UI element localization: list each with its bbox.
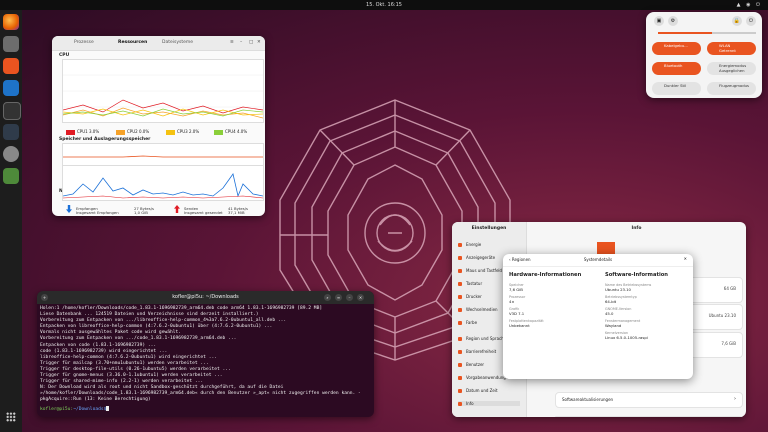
minimize-icon[interactable]: – [240, 40, 242, 45]
settings-icon[interactable] [3, 146, 19, 162]
info-frag-2: Ubuntu 23.10 [708, 313, 736, 318]
software-updates-label: Softwareaktualisierungen [562, 397, 614, 402]
tab-processes[interactable]: Prozesse [74, 40, 94, 45]
sidebar-item-removable[interactable]: Wechselmedien [458, 307, 498, 312]
terminal-output: Holen:1 /home/kofler/Downloads/code_1.83… [40, 306, 361, 403]
cpu-legend-2: CPU2 0.0% [116, 129, 149, 135]
power-icon[interactable]: ⏻ [746, 16, 756, 26]
hw-value-memory: 7,6 GiB [509, 287, 523, 292]
tab-resources[interactable]: Ressourcen [118, 40, 147, 45]
sidebar-item-mouse[interactable]: Maus und Tastfeld [458, 268, 502, 273]
send-sub: Insgesamt gesendet [184, 210, 223, 215]
cpu-legend-1: CPU1 3.0% [66, 129, 99, 135]
search-icon[interactable]: ⌕ [324, 294, 331, 301]
sidebar-item-accessibility[interactable]: Barrierefreiheit [458, 349, 496, 354]
toggle-wifi[interactable]: WLAN Getrennt [707, 42, 756, 55]
cpu-legend-3: CPU3 2.0% [166, 129, 199, 135]
volume-fill [658, 32, 712, 34]
dock [0, 10, 22, 432]
sidebar-item-keyboard[interactable]: Tastatur [458, 281, 482, 286]
sidebar-item-users[interactable]: Benutzer [458, 362, 484, 367]
receive-total: 1,0 GiB [134, 210, 148, 215]
sidebar-item-region[interactable]: Region und Sprache [458, 336, 506, 341]
hardware-title: Hardware-Informationen [509, 272, 582, 278]
cpu-legend-4: CPU4 4.0% [214, 129, 247, 135]
system-tray[interactable]: ▲ ◉ ⏻ [737, 2, 762, 8]
cpu-section-title: CPU [59, 53, 70, 58]
cursor [106, 405, 110, 411]
upload-arrow-icon [174, 205, 180, 213]
files-icon[interactable] [3, 36, 19, 52]
trash-icon[interactable] [3, 168, 19, 184]
hw-value-cpu: 4× [509, 299, 515, 304]
settings-icon[interactable]: ⚙ [668, 16, 678, 26]
sidebar-item-about[interactable]: Info [458, 401, 520, 406]
app-grid-icon[interactable] [6, 412, 16, 422]
sidebar-item-power[interactable]: Energie [458, 242, 481, 247]
sidebar-item-color[interactable]: Farbe [458, 320, 477, 325]
sw-value-gnome: 45.0 [605, 311, 614, 316]
terminal-window[interactable]: + kofler@pi5u: ~/Downloads ⌕ ≡ – ✕ Holen… [37, 291, 374, 417]
screenshot-icon[interactable]: ▣ [654, 16, 664, 26]
close-icon[interactable]: ✕ [257, 40, 261, 45]
sidebar-item-displays[interactable]: Anzeigegeräte [458, 255, 495, 260]
volume-slider[interactable] [658, 32, 756, 34]
terminal-header: + kofler@pi5u: ~/Downloads ⌕ ≡ – ✕ [37, 291, 374, 304]
menu-icon[interactable]: ≡ [230, 40, 234, 45]
tab-filesystems[interactable]: Dateisysteme [162, 40, 193, 45]
toggle-airplane[interactable]: Flugzeugmodus [707, 82, 756, 95]
terminal-icon[interactable] [3, 102, 21, 120]
toggle-bluetooth[interactable]: Bluetooth [652, 62, 701, 75]
system-monitor-header: Prozesse Ressourcen Dateisysteme ≡ – □ ✕ [52, 36, 265, 51]
network-chart [62, 165, 264, 201]
dialog-title: Systemdetails [583, 257, 613, 262]
main-title: Info [631, 226, 642, 231]
sw-value-type: 64-bit [605, 299, 617, 304]
receive-sub: Insgesamt Empfangen [76, 210, 119, 215]
send-total: 37,1 MiB [228, 210, 245, 215]
terminal-prompt: kofler@pi5u:~/Downloads$ [37, 405, 374, 412]
software-icon[interactable] [3, 58, 19, 74]
quick-settings-panel: ▣ ⚙ 🔒 ⏻ Kabelgebu... WLAN Getrennt Blueto… [646, 12, 762, 98]
close-icon[interactable]: ✕ [357, 294, 364, 301]
download-arrow-icon [66, 205, 72, 213]
hw-value-disk: Unbekannt [509, 323, 530, 328]
dialog-header: ‹ Regionen Systemdetails ✕ [503, 254, 693, 267]
chevron-right-icon: › [734, 396, 736, 402]
sidebar-item-date-time[interactable]: Datum und Zeit [458, 388, 498, 393]
maximize-icon[interactable]: □ [249, 40, 253, 45]
sw-value-os: Ubuntu 23.10 [605, 287, 631, 292]
sidebar-item-printers[interactable]: Drucker [458, 294, 482, 299]
software-updates-row[interactable]: Softwareaktualisierungen › [555, 392, 743, 408]
firefox-icon[interactable] [3, 14, 19, 30]
system-details-dialog: ‹ Regionen Systemdetails ✕ Hardware-Info… [503, 254, 693, 379]
sw-value-windowing: Wayland [605, 323, 622, 328]
info-frag-1: 64 GB [723, 286, 736, 291]
info-frag-3: 7,6 GiB [721, 341, 736, 346]
settings-title: Einstellungen [471, 226, 507, 231]
hw-value-graphics: V3D 7.1 [509, 311, 525, 316]
toggle-power-mode[interactable]: Energiemodus Ausgeglichen [707, 62, 756, 75]
sw-value-kernel: Linux 6.5.0-1005-raspi [605, 335, 648, 340]
clock[interactable]: 15. Okt. 16:15 [0, 2, 768, 8]
menu-icon[interactable]: ≡ [335, 294, 342, 301]
top-bar: 15. Okt. 16:15 ▲ ◉ ⏻ [0, 0, 768, 10]
memory-section-title: Speicher und Auslagerungsspeicher [59, 137, 151, 142]
software-title: Software-Information [605, 272, 668, 278]
prompt-user: kofler@pi5u: [40, 406, 74, 412]
monitor-icon[interactable] [3, 124, 19, 140]
toggle-dark-style[interactable]: Dunkler Stil [652, 82, 701, 95]
spacer [555, 416, 743, 417]
minimize-icon[interactable]: – [346, 294, 353, 301]
toggle-wired[interactable]: Kabelgebu... [652, 42, 701, 55]
close-icon[interactable]: ✕ [684, 256, 687, 261]
vscode-icon[interactable] [3, 80, 19, 96]
cpu-chart [62, 59, 264, 123]
lock-icon[interactable]: 🔒 [732, 16, 742, 26]
prompt-dir: ~/Downloads$ [73, 406, 107, 412]
